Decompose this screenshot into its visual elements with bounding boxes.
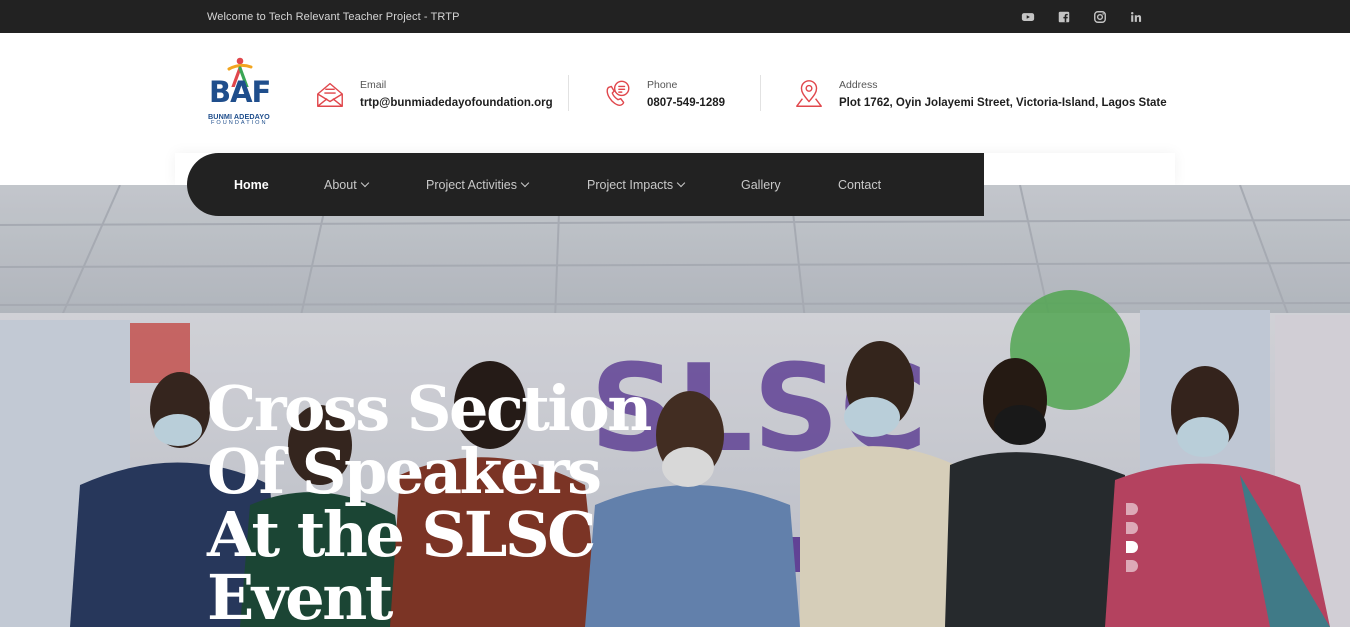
main-nav: Home About Project Activities Project Im… (187, 153, 984, 216)
nav-item-gallery[interactable]: Gallery (741, 153, 781, 216)
email-value[interactable]: trtp@bunmiadedayofoundation.org (360, 97, 553, 109)
nav-label: Project Activities (426, 177, 518, 192)
header-divider (568, 75, 569, 111)
chevron-down-icon (520, 178, 530, 187)
hero-title-line: Of Speakers (207, 435, 602, 508)
nav-item-about[interactable]: About (324, 153, 369, 216)
chevron-down-icon (676, 178, 686, 187)
slider-dots (1126, 503, 1138, 579)
hero-slider: SLSC Cross Section Of Speakers At the SL… (0, 185, 1350, 627)
youtube-icon[interactable] (1021, 10, 1035, 24)
instagram-icon[interactable] (1093, 10, 1107, 24)
chevron-down-icon (360, 178, 369, 187)
phone-value[interactable]: 0807-549-1289 (647, 97, 725, 109)
slider-dot[interactable] (1126, 541, 1138, 553)
nav-label: Project Impacts (587, 177, 674, 192)
foundation-logo[interactable]: BAF BUNMI ADEDAYO FOUNDATION (207, 57, 279, 131)
address-value: Plot 1762, Oyin Jolayemi Street, Victori… (839, 97, 1167, 109)
slider-dot[interactable] (1126, 522, 1138, 534)
top-bar: Welcome to Tech Relevant Teacher Project… (0, 0, 1350, 33)
social-links (1021, 10, 1143, 24)
phone-icon (600, 77, 634, 111)
nav-item-project-impacts[interactable]: Project Impacts (587, 153, 686, 216)
nav-item-home[interactable]: Home (234, 153, 269, 216)
nav-label: Contact (838, 177, 882, 192)
logo-mark: BAF (209, 75, 271, 109)
nav-item-contact[interactable]: Contact (838, 153, 881, 216)
hero-title-line: Cross Section (207, 372, 652, 445)
linkedin-icon[interactable] (1129, 10, 1143, 24)
contact-phone: Phone 0807-549-1289 (600, 75, 725, 113)
phone-label: Phone (647, 79, 678, 91)
envelope-icon (313, 77, 347, 111)
welcome-text: Welcome to Tech Relevant Teacher Project… (207, 10, 460, 23)
nav-label: About (324, 177, 357, 192)
nav-item-project-activities[interactable]: Project Activities (426, 153, 530, 216)
header-divider (760, 75, 761, 111)
nav-label: Gallery (741, 177, 781, 192)
contact-address: Address Plot 1762, Oyin Jolayemi Street,… (792, 75, 1167, 113)
nav-label: Home (234, 177, 269, 192)
slider-dot[interactable] (1126, 503, 1138, 515)
hero-title-line: Event (207, 561, 393, 627)
email-label: Email (360, 79, 387, 91)
slider-dot[interactable] (1126, 560, 1138, 572)
map-pin-icon (792, 77, 826, 111)
hero-title: Cross Section Of Speakers At the SLSC Ev… (207, 377, 767, 627)
hero-title-line: At the SLSC (207, 498, 596, 571)
logo-foundation: FOUNDATION (211, 120, 268, 126)
contact-email: Email trtp@bunmiadedayofoundation.org (313, 75, 553, 113)
facebook-icon[interactable] (1057, 10, 1071, 24)
address-label: Address (839, 79, 878, 91)
